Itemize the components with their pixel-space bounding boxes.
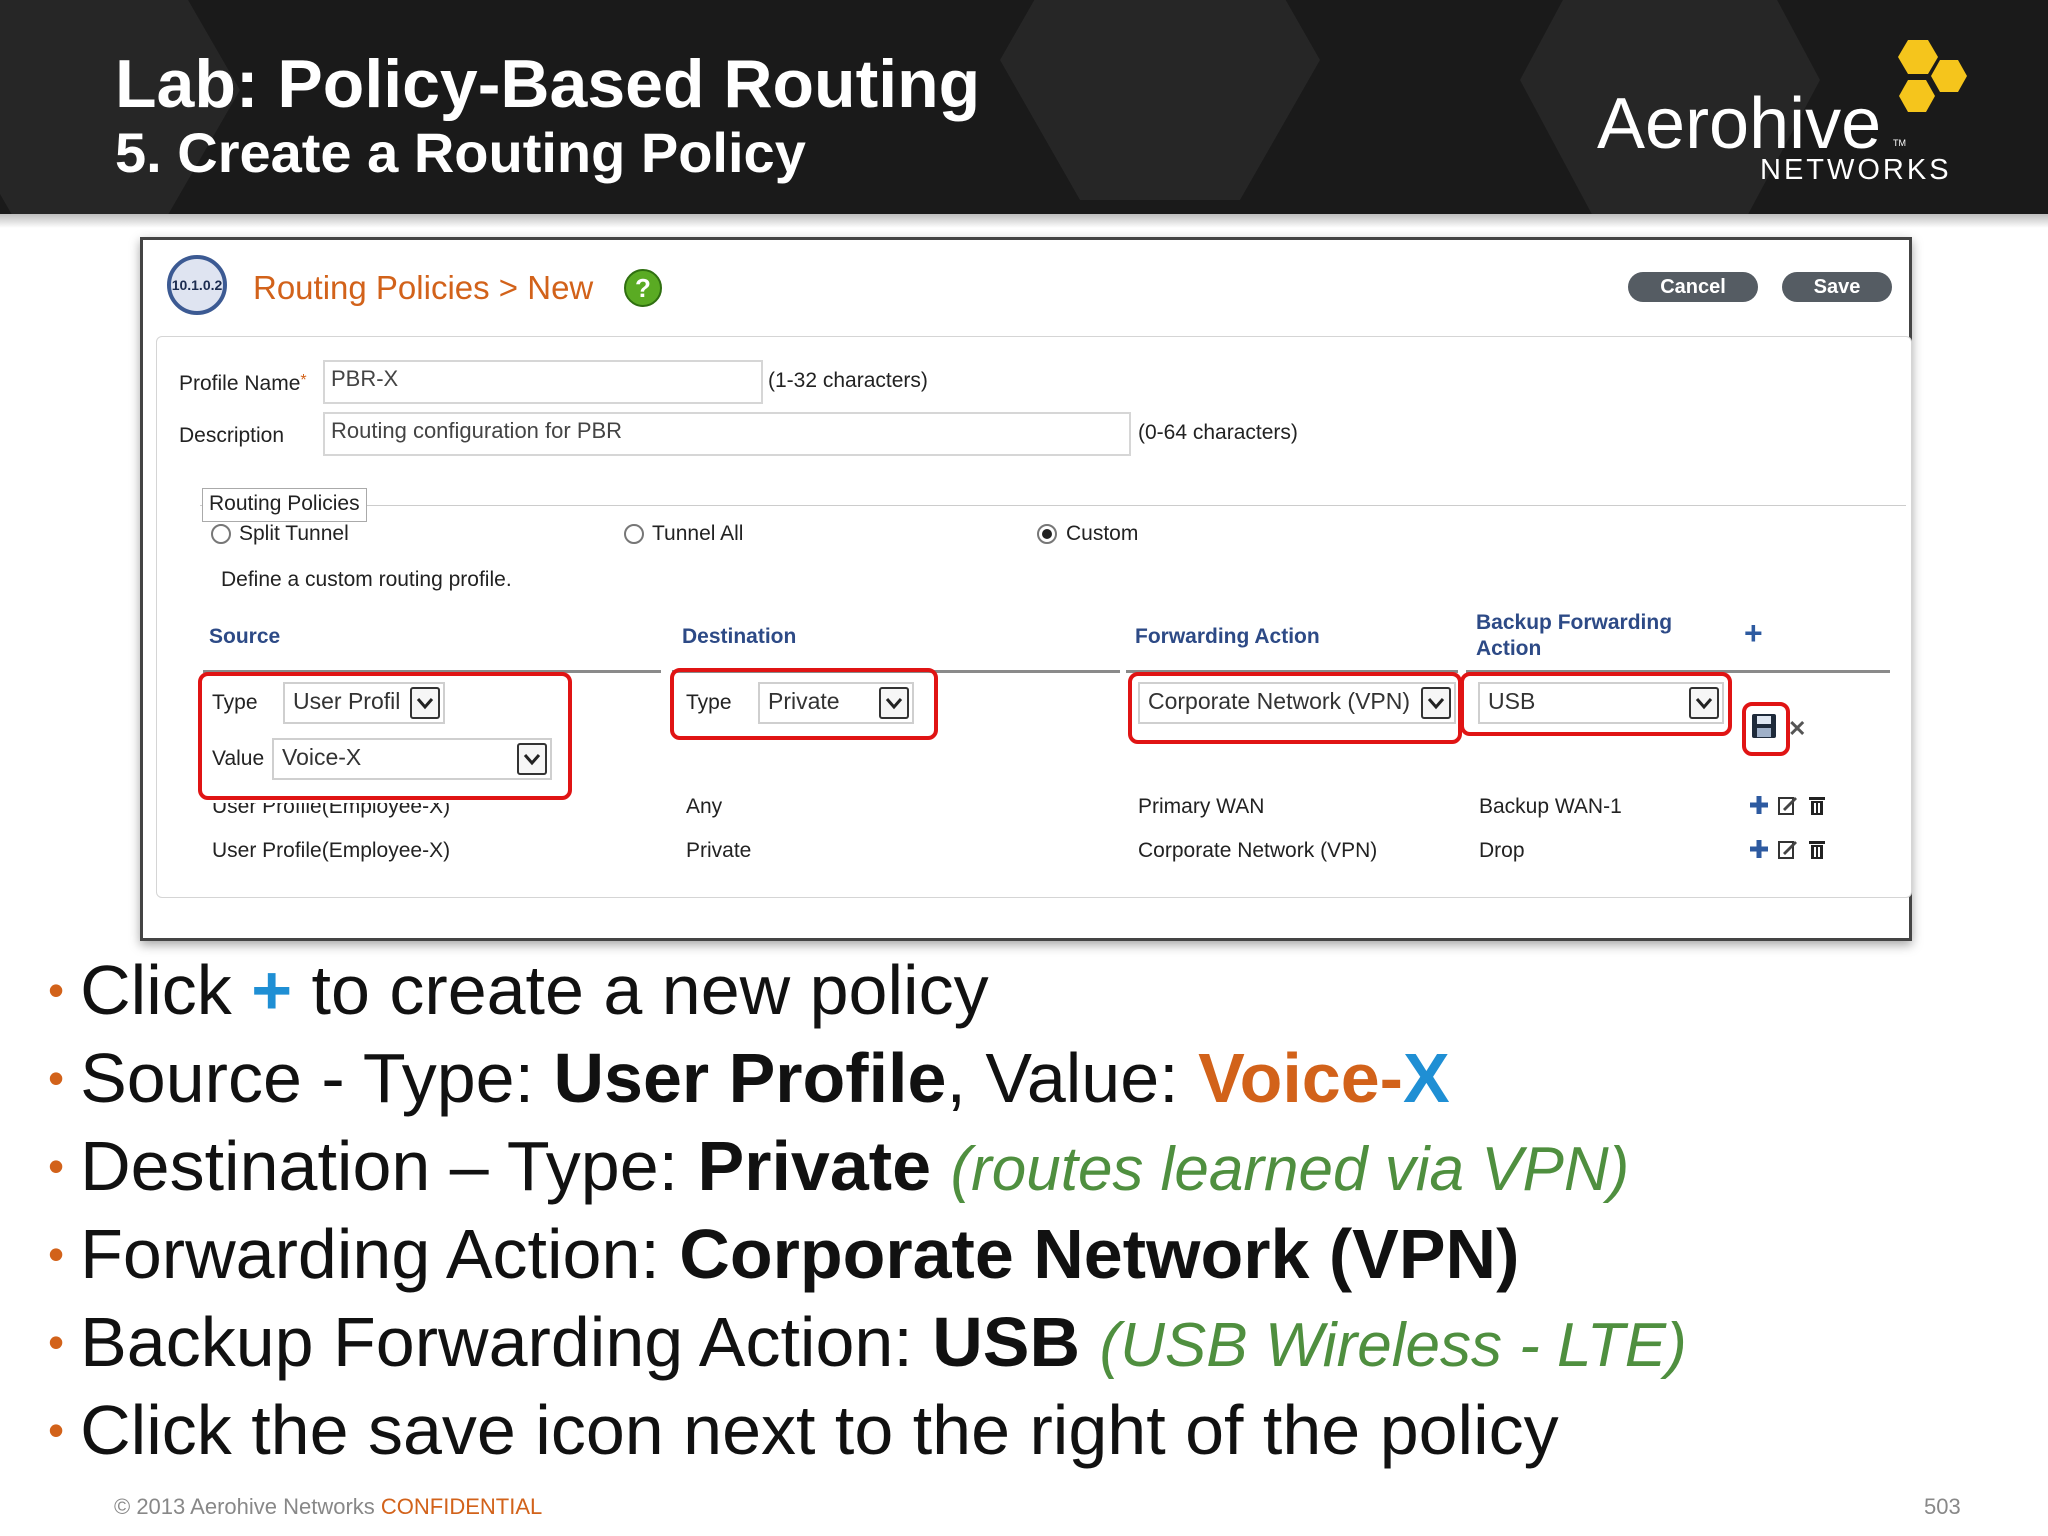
highlight-backup (1460, 672, 1732, 736)
page-title: Routing Policies > New (253, 269, 594, 306)
add-policy-icon[interactable]: + (1744, 617, 1763, 649)
description-label: Description (179, 424, 285, 447)
fieldset-border (200, 505, 1906, 506)
option-split-tunnel-label[interactable]: Split Tunnel (239, 522, 349, 546)
bullet-5-text: Backup Forwarding Action: (80, 1303, 933, 1381)
row2-source: User Profile(Employee-X) (212, 839, 451, 862)
required-marker: * (300, 372, 307, 389)
device-ip-badge: 10.1.0.2 (167, 255, 227, 315)
footer-copyright: © 2013 Aerohive Networks CONFIDENTIAL (114, 1494, 542, 1520)
copyright-text: © 2013 Aerohive Networks (114, 1494, 381, 1519)
bullet-1-text-end: to create a new policy (292, 951, 989, 1029)
save-button[interactable]: Save (1782, 272, 1892, 302)
slide-subtitle: 5. Create a Routing Policy (115, 121, 806, 184)
bullet-dot: • (48, 1403, 65, 1456)
bullet-5: • Backup Forwarding Action: USB (USB Wire… (48, 1302, 1687, 1388)
custom-routing-note: Define a custom routing profile. (221, 568, 512, 591)
bullet-dot: • (48, 1315, 65, 1368)
row1-forwarding: Primary WAN (1138, 795, 1265, 818)
edit-icon[interactable] (1777, 794, 1799, 821)
header-shadow (0, 214, 2048, 228)
bullet-2-text: Source - Type: (80, 1039, 554, 1117)
source-column-header: Source (209, 625, 281, 648)
bullet-3-bold: Private (697, 1127, 932, 1205)
logo-subtitle: NETWORKS (1760, 154, 1952, 186)
bullet-1-text: Click (80, 951, 252, 1029)
row1-backup: Backup WAN-1 (1479, 795, 1622, 818)
slide-title: Lab: Policy-Based Routing (115, 46, 981, 122)
add-icon[interactable] (1748, 838, 1770, 865)
bullet-dot: • (48, 1051, 65, 1104)
bullet-2-voice: Voice- (1198, 1039, 1403, 1117)
logo-wordmark: Aerohive (1597, 84, 1882, 164)
backup-column-header-line1: Backup Forwarding (1476, 611, 1673, 634)
add-icon[interactable] (1748, 794, 1770, 821)
radio-tunnel-all-icon[interactable] (624, 524, 644, 544)
routing-policies-legend: Routing Policies (202, 488, 367, 522)
profile-name-field[interactable]: PBR-X (323, 360, 763, 404)
bullet-3: • Destination – Type: Private (routes lea… (48, 1126, 1629, 1212)
radio-custom-icon[interactable] (1037, 524, 1057, 544)
bullet-dot: • (48, 1139, 65, 1192)
profile-name-hint: (1-32 characters) (768, 369, 928, 392)
bullet-2-bold: User Profile (553, 1039, 947, 1117)
destination-column-header: Destination (682, 625, 797, 648)
bullet-4: • Forwarding Action: Corporate Network (V… (48, 1214, 1519, 1300)
row2-actions (1748, 838, 1830, 865)
close-icon[interactable]: ✕ (1788, 716, 1806, 742)
row2-backup: Drop (1479, 839, 1525, 862)
profile-name-label: Profile Name* (179, 372, 307, 395)
cancel-button[interactable]: Cancel (1628, 272, 1758, 302)
trash-icon[interactable] (1807, 794, 1827, 821)
option-tunnel-all-label[interactable]: Tunnel All (652, 522, 743, 546)
confidential-label: CONFIDENTIAL (380, 1494, 543, 1519)
description-field[interactable]: Routing configuration for PBR (323, 412, 1131, 456)
background-hexagon (1000, 0, 1320, 200)
page-number: 503 (1924, 1494, 1961, 1519)
backup-column-header-line2: Action (1476, 637, 1542, 660)
bullet-2-text-mid: , Value: (946, 1039, 1199, 1117)
row2-forwarding: Corporate Network (VPN) (1138, 839, 1378, 862)
bullet-3-text: Destination – Type: (80, 1127, 698, 1205)
row2-destination: Private (686, 839, 752, 862)
bullet-2-x: X (1402, 1039, 1450, 1117)
plus-icon: + (251, 951, 293, 1029)
radio-split-tunnel-icon[interactable] (211, 524, 231, 544)
bullet-2: • Source - Type: User Profile, Value: Voi… (48, 1038, 1450, 1124)
bullet-6: • Click the save icon next to the right o… (48, 1390, 1559, 1476)
option-custom-label[interactable]: Custom (1066, 522, 1138, 546)
description-hint: (0-64 characters) (1138, 421, 1298, 444)
bullet-4-bold: Corporate Network (VPN) (679, 1215, 1520, 1293)
bullet-3-note: (routes learned via VPN) (950, 1135, 1630, 1204)
edit-icon[interactable] (1777, 838, 1799, 865)
forwarding-column-header: Forwarding Action (1135, 625, 1320, 648)
row1-actions (1748, 794, 1830, 821)
bullet-5-bold: USB (932, 1303, 1081, 1381)
help-icon[interactable]: ? (624, 269, 662, 307)
row1-destination: Any (686, 795, 723, 818)
bullet-1: • Click + to create a new policy (48, 950, 989, 1036)
bullet-dot: • (48, 963, 65, 1016)
bullet-dot: • (48, 1227, 65, 1280)
hexagon-logo-icon (1888, 38, 1968, 123)
bullet-4-text: Forwarding Action: (80, 1215, 680, 1293)
highlight-destination (670, 668, 938, 740)
highlight-source (198, 672, 572, 800)
bullet-5-note: (USB Wireless - LTE) (1099, 1311, 1687, 1380)
highlight-save-icon (1742, 702, 1790, 756)
trash-icon[interactable] (1807, 838, 1827, 865)
highlight-forwarding (1128, 672, 1462, 744)
logo-trademark: TM (1893, 138, 1906, 148)
bullet-6-text: Click the save icon next to the right of… (80, 1391, 1559, 1469)
